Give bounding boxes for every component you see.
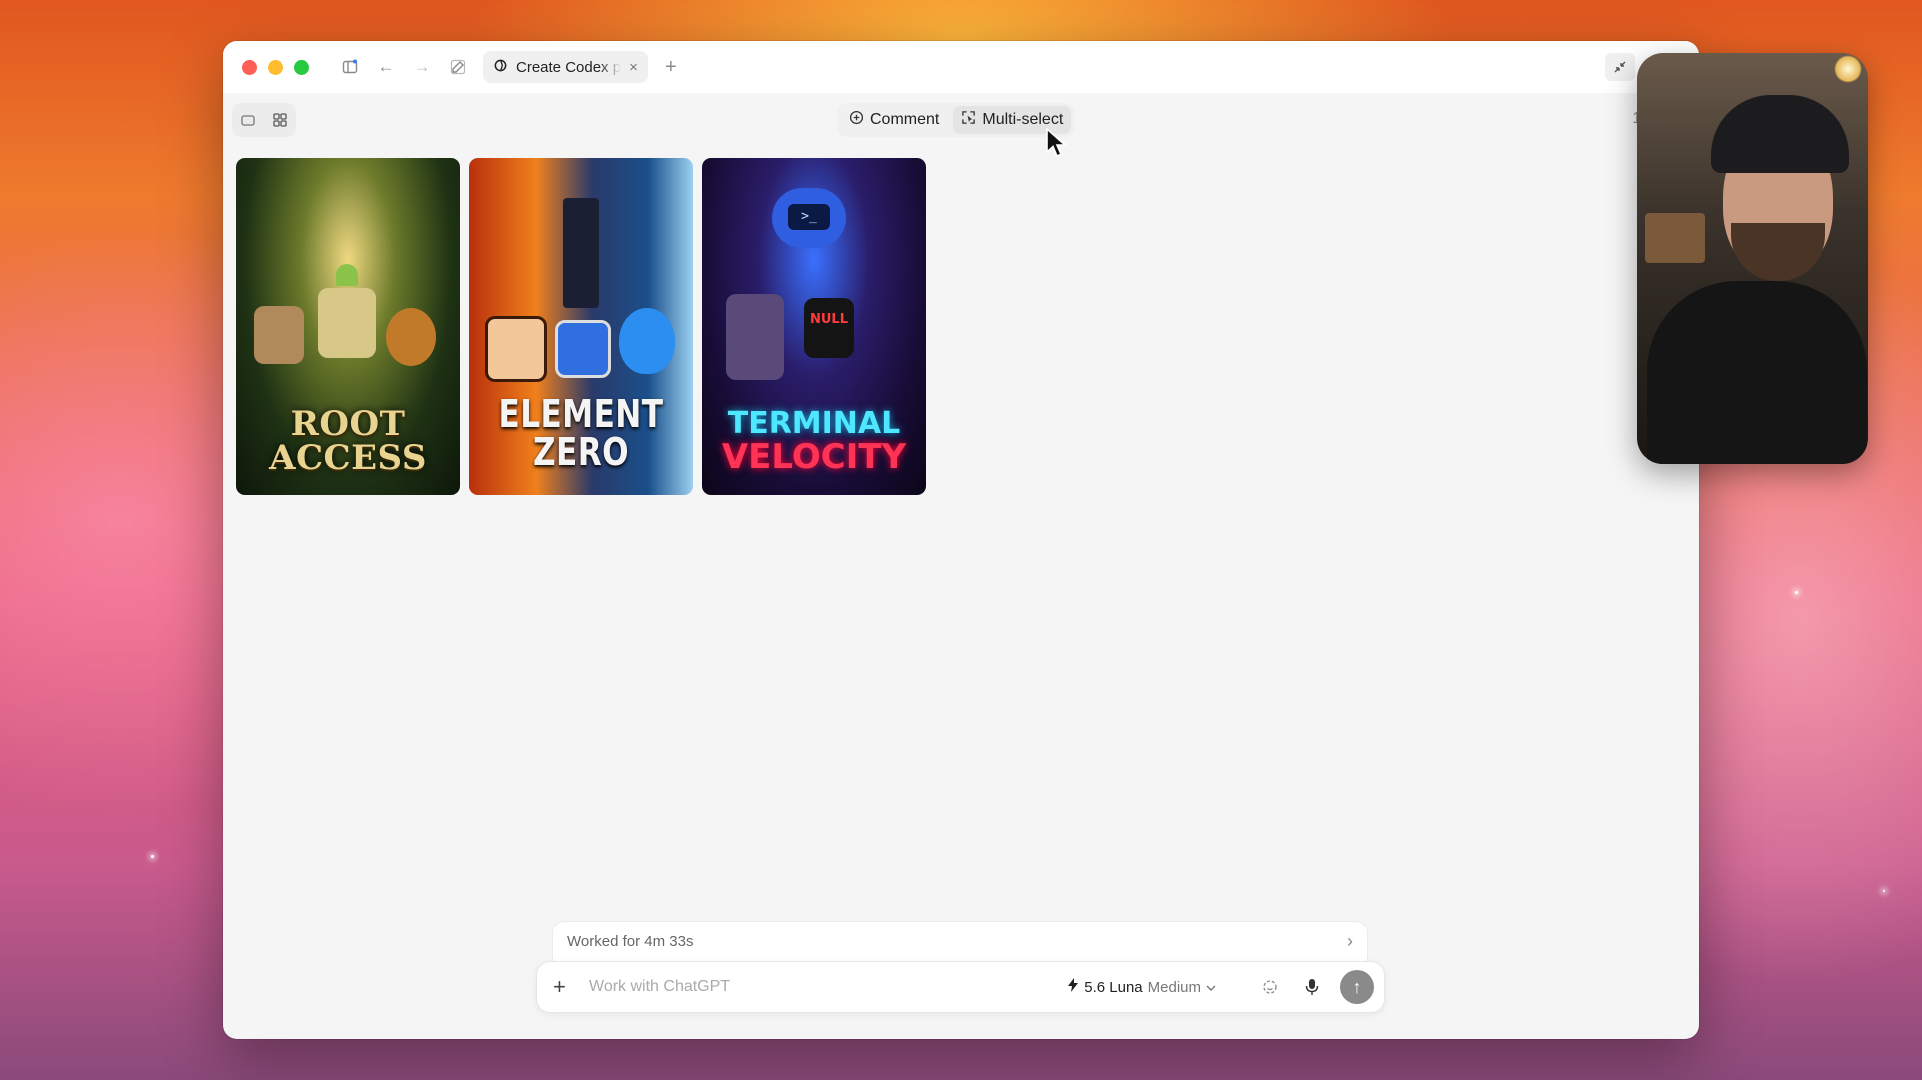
tower-shape [563, 198, 599, 308]
character-sprite [619, 308, 675, 374]
character-sprite: NULL [804, 298, 854, 358]
poster-title-line: ROOT [290, 404, 406, 444]
send-button[interactable]: ↑ [1340, 970, 1374, 1004]
sprout-icon [336, 264, 358, 286]
comment-label: Comment [870, 111, 940, 128]
poster-title: ELEMENT ZERO [498, 392, 664, 474]
collapse-icon[interactable] [1605, 53, 1635, 81]
character-sprite [386, 308, 436, 366]
grid-view-icon[interactable] [267, 107, 293, 133]
new-tab-button[interactable]: + [658, 54, 684, 80]
arrow-left-icon[interactable]: ← [373, 54, 399, 80]
effort-level: Medium [1147, 978, 1201, 996]
app-window: ← → Create Codex p × + Comment Multi-sel… [223, 41, 1699, 1039]
presenter-shirt [1647, 281, 1867, 464]
poster-title-line: ACCESS [269, 438, 427, 478]
codex-icon [493, 58, 508, 77]
poster-element-zero[interactable]: ELEMENT ZERO [469, 158, 693, 495]
cloud-robot-icon: >_ [772, 188, 846, 248]
close-window-button[interactable] [242, 59, 257, 75]
add-attachment-button[interactable]: + [553, 974, 577, 1000]
poster-title-line: VELOCITY [721, 437, 907, 477]
lightning-icon [1067, 978, 1079, 996]
work-status-text: Worked for 4m 33s [567, 933, 694, 950]
poster-root-access[interactable]: ROOT ACCESS [236, 158, 460, 495]
terminal-prompt-icon: >_ [788, 204, 830, 230]
arrow-up-icon: ↑ [1352, 976, 1362, 997]
background-star [1883, 890, 1885, 892]
window-controls [242, 59, 309, 75]
poster-terminal-velocity[interactable]: >_ NULL TERMINAL VELOCITY [702, 158, 926, 495]
model-selector[interactable]: 5.6 Luna Medium [1067, 978, 1216, 996]
prompt-input[interactable] [587, 977, 1068, 997]
maximize-window-button[interactable] [294, 59, 309, 75]
chevron-down-icon [1206, 979, 1216, 996]
character-sprite [726, 294, 784, 380]
image-gallery: ROOT ACCESS ELEMENT ZERO >_ NULL TERMINA… [236, 158, 926, 495]
character-sprite [318, 288, 376, 358]
composer: + 5.6 Luna Medium ↑ [536, 961, 1385, 1013]
background-shelf [1645, 213, 1705, 263]
background-star [151, 855, 154, 858]
browser-tab[interactable]: Create Codex p × [483, 51, 648, 83]
character-sprite [254, 306, 304, 364]
presenter-beard [1731, 223, 1825, 281]
work-status-bar[interactable]: Worked for 4m 33s › [552, 921, 1368, 961]
multiselect-label: Multi-select [982, 111, 1064, 128]
model-name: 5.6 Luna [1084, 978, 1143, 996]
minimize-window-button[interactable] [268, 59, 283, 75]
null-sign: NULL [810, 312, 849, 327]
view-toggle [232, 103, 296, 137]
presenter-cap [1711, 95, 1849, 173]
microphone-icon[interactable] [1300, 975, 1324, 999]
arrow-right-icon[interactable]: → [409, 54, 435, 80]
single-view-icon[interactable] [235, 107, 261, 133]
poster-title: ROOT ACCESS [236, 407, 460, 475]
compose-icon[interactable] [445, 54, 471, 80]
comment-plus-icon [849, 110, 864, 130]
poster-title-line: TERMINAL [727, 406, 901, 441]
access-icon[interactable] [1258, 975, 1282, 999]
lamp-light [1834, 55, 1862, 83]
sidebar-icon[interactable] [337, 54, 363, 80]
chevron-right-icon[interactable]: › [1347, 931, 1353, 952]
close-tab-icon[interactable]: × [629, 59, 638, 76]
tab-title: Create Codex p [516, 58, 622, 76]
webcam-overlay [1637, 53, 1868, 464]
multiselect-icon [961, 110, 976, 130]
character-sprite [555, 320, 611, 378]
character-sprite [485, 316, 547, 382]
title-bar: ← → Create Codex p × + [223, 41, 1699, 93]
comment-button[interactable]: Comment [841, 106, 947, 134]
annotation-toolbar: Comment Multi-select [837, 103, 1076, 137]
background-star [1795, 591, 1798, 594]
